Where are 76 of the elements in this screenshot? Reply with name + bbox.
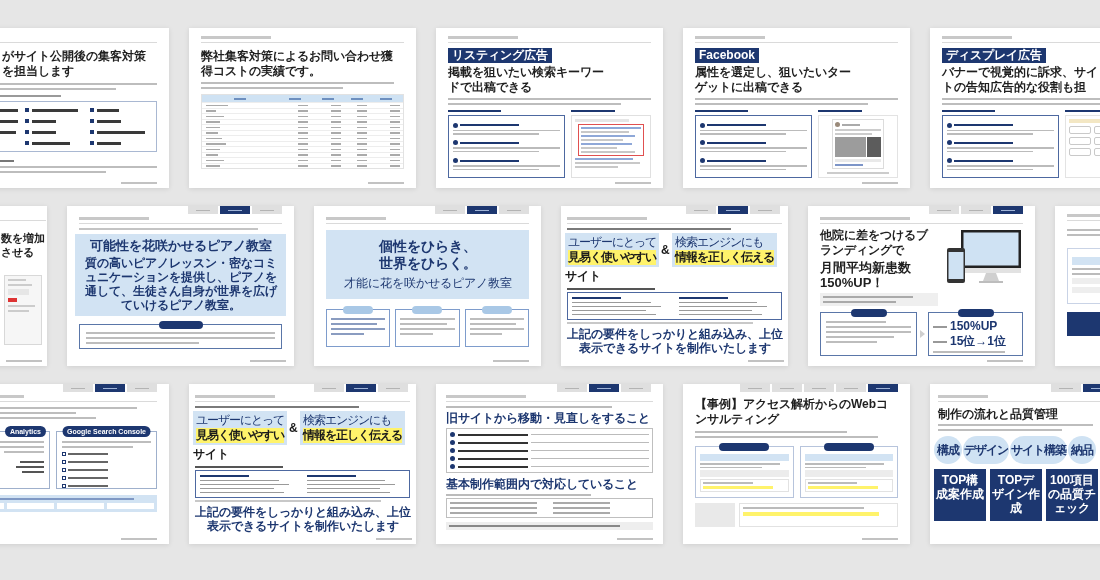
- heading-text-drawing: [201, 36, 271, 39]
- metric-value: 15位→1位: [950, 334, 1007, 349]
- headline-text: 月間平均新患数150%UP！: [820, 260, 912, 290]
- suffix-text: サイト: [565, 269, 601, 284]
- task-card: TOP構成案作成: [934, 469, 986, 521]
- heading-text-drawing: [448, 36, 518, 39]
- service-item-drawing: [24, 119, 56, 123]
- heading-text-drawing: [79, 217, 149, 220]
- checkbox-item-drawing: [62, 468, 108, 472]
- phase-node: デザイン: [963, 436, 1009, 464]
- slide-title: 【事例】アクセス解析からのWebコンサルティング: [695, 397, 890, 427]
- phase-node: 納品: [1068, 436, 1096, 464]
- phase-node: サイト構築: [1010, 436, 1067, 464]
- text-lines-drawing: [469, 318, 524, 335]
- task-card: 100項目の品質チェック: [1046, 469, 1098, 521]
- section-label-pill: [850, 309, 887, 317]
- hero-headline: 世界をひらく。: [378, 255, 477, 272]
- section-label-pill: [481, 306, 512, 314]
- category-badge: Facebook: [695, 48, 759, 63]
- hero-copy: 質の高いピアノレッスン・密なコミュニケーションを提供し、ピアノを通して、生徒さん自身が世界を広げていけるピアノ教室。: [83, 256, 279, 312]
- label-text: 検索エンジンにも: [674, 235, 763, 250]
- section-label-pill: [158, 321, 203, 329]
- category-badge: ディスプレイ広告: [942, 48, 1046, 63]
- heading-text-drawing: [938, 395, 988, 398]
- checkbox-item-drawing: [62, 460, 108, 464]
- hero-copy: 才能に花を咲かせるピアノ教室: [343, 276, 512, 291]
- hero-headline: 可能性を花咲かせるピアノ教室: [89, 238, 272, 254]
- text-lines-drawing: [16, 461, 44, 473]
- category-badge: リスティング広告: [448, 48, 552, 63]
- section-heading: 基本制作範囲内で対応していること: [446, 477, 639, 492]
- emphasis-text: 見易く使いやすい: [196, 428, 284, 443]
- section-label-pill: [957, 309, 994, 317]
- checkbox-item-drawing: [62, 452, 108, 456]
- service-item-drawing: [90, 119, 122, 123]
- text-lines-drawing: [400, 318, 455, 335]
- slide-title: がサイト公開後の集客対策を担当します: [2, 49, 147, 79]
- phase-node: 構成: [934, 436, 962, 464]
- service-item-drawing: [24, 108, 78, 112]
- section-label-pill: [412, 306, 443, 314]
- section-heading: 旧サイトから移動・見直しをすること: [446, 411, 651, 426]
- hero-headline: 個性をひらき、: [378, 238, 477, 255]
- slide-title: 属性を選定し、狙いたいターゲットに出稿できる: [695, 65, 852, 95]
- label-text: 検索エンジンにも: [302, 413, 391, 428]
- conclusion-text: 上記の要件をしっかりと組み込み、上位表示できるサイトを制作いたします: [565, 326, 784, 355]
- checkbox-item-drawing: [62, 484, 108, 488]
- screenshot-drawing: [4, 275, 42, 345]
- heading-text-drawing: [695, 36, 765, 39]
- ampersand-text: &: [289, 420, 298, 436]
- text-lines-drawing: [0, 441, 44, 453]
- metric-label-drawing: [933, 340, 947, 343]
- ampersand-text: &: [661, 242, 670, 258]
- slide-title: 制作の流れと品質管理: [938, 407, 1059, 422]
- service-item-drawing: [24, 130, 56, 134]
- service-item-drawing: [24, 141, 70, 145]
- lead-text: 他院に差をつけるブランディングで: [820, 228, 930, 258]
- service-item-drawing: [90, 108, 120, 112]
- slide-title: 掲載を狙いたい検索キーワードで出稿できる: [448, 65, 605, 95]
- label-text: ユーザーにとって: [196, 413, 284, 428]
- section-label-pill: [343, 306, 374, 314]
- service-item-drawing: [90, 130, 146, 134]
- slide-title: 数を増加させる: [1, 231, 46, 259]
- label-text: ユーザーにとって: [568, 235, 656, 250]
- text-lines-drawing: [331, 318, 386, 335]
- task-card: TOPデザイン作成: [990, 469, 1042, 521]
- chevron-right-icon: [920, 330, 925, 338]
- metric-value: 150%UP: [950, 319, 998, 334]
- heading-text-drawing: [326, 217, 386, 220]
- suffix-text: サイト: [193, 447, 229, 462]
- slide-title: バナーで視覚的に訴求、サイトの告知広告的な役割も担: [942, 65, 1099, 95]
- checkbox-item-drawing: [62, 476, 108, 480]
- metric-label-drawing: [933, 325, 947, 328]
- slide-title: 弊社集客対策によるお問い合わせ獲得コストの実績です。: [201, 49, 394, 79]
- service-item-drawing: [90, 141, 122, 145]
- emphasis-text: 見易く使いやすい: [568, 250, 656, 265]
- conclusion-text: 上記の要件をしっかりと組み込み、上位表示できるサイトを制作いたします: [193, 504, 412, 533]
- heading-text-drawing: [942, 36, 1012, 39]
